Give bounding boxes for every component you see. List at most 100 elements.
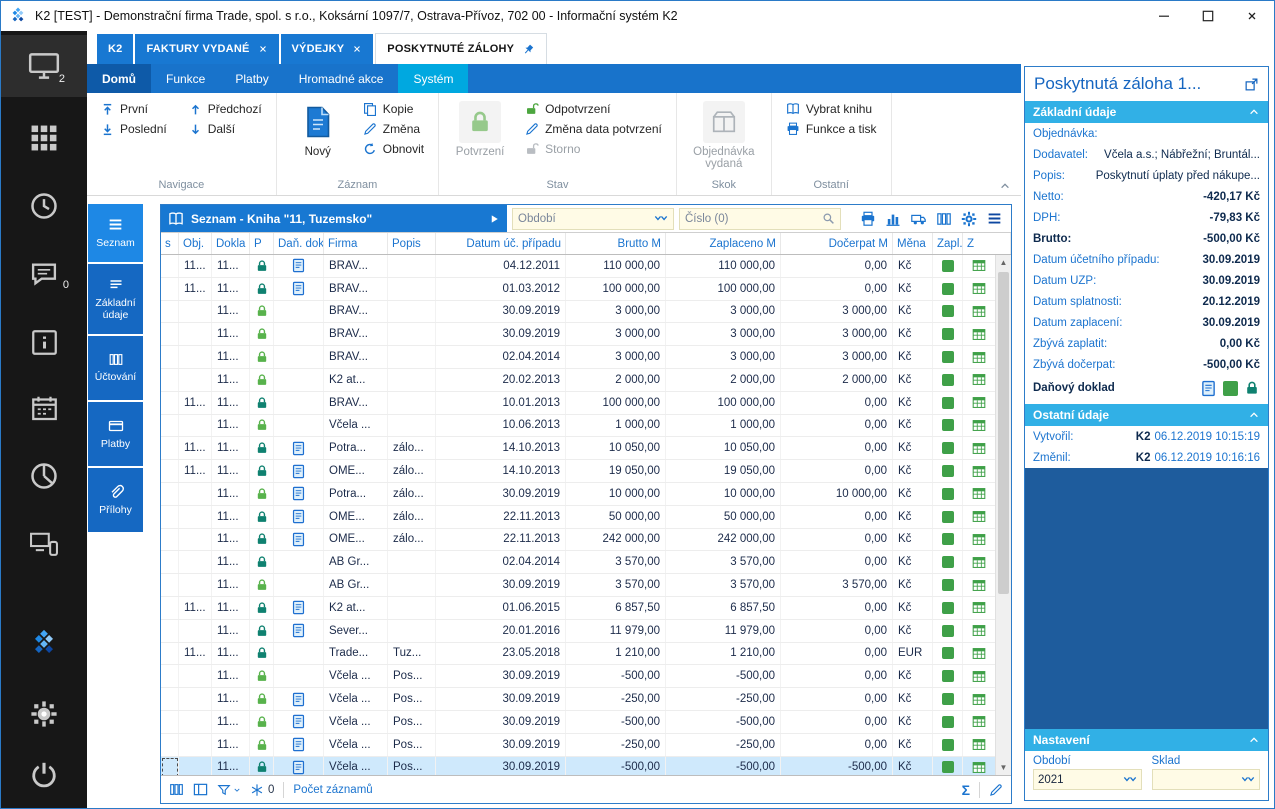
column-header-obj[interactable]: Obj. — [179, 233, 212, 254]
view-tab-uctovani[interactable]: Účtování — [88, 336, 143, 400]
sidebar-item-info[interactable] — [1, 311, 87, 373]
column-header-dokla[interactable]: Dokla — [212, 233, 250, 254]
table-row[interactable]: 11... 11... BRAV... 04.12.2011 110 000,0… — [161, 255, 996, 278]
sidebar-item-devices[interactable] — [1, 513, 87, 575]
column-header-brutto[interactable]: Brutto M — [566, 233, 666, 254]
section-header-ostatni-udaje[interactable]: Ostatní údaje — [1025, 404, 1268, 426]
column-header-mena[interactable]: Měna — [893, 233, 933, 254]
change-confirm-date-button[interactable]: Změna data potvrzení — [521, 119, 666, 139]
sidebar-item-reports[interactable] — [1, 445, 87, 507]
column-header-popis[interactable]: Popis — [388, 233, 436, 254]
chart-icon[interactable] — [885, 211, 901, 227]
unconfirm-button[interactable]: Odpotvrzení — [521, 99, 666, 119]
confirm-button[interactable]: Potvrzení — [449, 99, 511, 158]
ribbon-tab-hromadne-akce[interactable]: Hromadné akce — [284, 64, 399, 93]
column-header-s[interactable]: s — [161, 233, 179, 254]
ribbon-tab-system[interactable]: Systém — [398, 64, 469, 93]
tab-k2[interactable]: K2 — [97, 34, 134, 64]
scrollbar-thumb[interactable] — [998, 272, 1009, 595]
column-header-zapl[interactable]: Zapl. — [933, 233, 963, 254]
sidebar-item-calendar[interactable] — [1, 377, 87, 439]
menu-icon[interactable] — [986, 210, 1003, 227]
view-tab-zakladni-udaje[interactable]: Základní údaje — [88, 264, 143, 334]
print-icon[interactable] — [860, 211, 876, 227]
collapse-icon[interactable] — [1248, 734, 1260, 746]
open-in-window-icon[interactable] — [1244, 77, 1259, 92]
column-header-zapm[interactable]: Zaplaceno M — [666, 233, 781, 254]
edit-record-button[interactable]: Změna — [359, 119, 428, 139]
settings-gear-icon[interactable] — [961, 211, 977, 227]
tab-faktury-vydane[interactable]: FAKTURY VYDANÉ — [135, 34, 279, 64]
table-row[interactable]: 11... Včela ... Pos... 30.09.2019 -250,0… — [161, 688, 996, 711]
section-header-nastaveni[interactable]: Nastavení — [1025, 729, 1268, 751]
table-row[interactable]: 11... 11... K2 at... 01.06.2015 6 857,50… — [161, 596, 996, 620]
sidebar-item-history[interactable] — [1, 175, 87, 237]
copy-record-button[interactable]: Kopie — [359, 99, 428, 119]
nav-last-button[interactable]: Poslední — [97, 119, 171, 139]
scroll-down-arrow[interactable]: ▼ — [996, 760, 1011, 775]
freeze-icon[interactable]: 0 — [250, 783, 274, 797]
view-tab-prilohy[interactable]: Přílohy — [88, 468, 143, 532]
table-row[interactable]: 11... Potra... zálo... 30.09.2019 10 000… — [161, 482, 996, 506]
section-header-zakladni-udaje[interactable]: Základní údaje — [1025, 101, 1268, 123]
column-header-datum[interactable]: Datum úč. případu — [436, 233, 566, 254]
table-row[interactable]: 11... Včela ... Pos... 30.09.2019 -500,0… — [161, 665, 996, 689]
sidebar-item-desktops[interactable]: 2 — [1, 35, 87, 97]
columns-icon[interactable] — [936, 211, 952, 227]
table-row[interactable]: 11... 11... Potra... zálo... 14.10.2013 … — [161, 437, 996, 461]
sidebar-item-k2-logo[interactable] — [1, 613, 87, 675]
ribbon-collapse-icon[interactable] — [999, 180, 1011, 192]
table-row[interactable]: 11... Sever... 20.01.2016 11 979,00 11 9… — [161, 619, 996, 643]
tab-close-icon[interactable] — [258, 44, 268, 54]
minimize-button[interactable] — [1142, 1, 1186, 31]
table-row[interactable]: 11... BRAV... 02.04.2014 3 000,00 3 000,… — [161, 346, 996, 369]
sidebar-item-settings[interactable] — [1, 683, 87, 745]
select-book-button[interactable]: Vybrat knihu — [782, 99, 881, 119]
quick-edit-icon[interactable] — [989, 783, 1003, 797]
table-row[interactable]: 11... Včela ... Pos... 30.09.2019 -500,0… — [161, 710, 996, 734]
column-header-z[interactable]: Z — [963, 233, 1011, 254]
column-header-dan[interactable]: Daň. dokl. — [274, 233, 324, 254]
tax-doc-icon[interactable] — [1200, 380, 1217, 397]
table-row[interactable]: 11... K2 at... 20.02.2013 2 000,00 2 000… — [161, 368, 996, 392]
view-tab-seznam[interactable]: Seznam — [88, 204, 143, 262]
period-filter-input[interactable]: Období — [512, 207, 674, 230]
table-row[interactable]: 11... 11... BRAV... 01.03.2012 100 000,0… — [161, 277, 996, 301]
table-row[interactable]: 11... AB Gr... 30.09.2019 3 570,00 3 570… — [161, 574, 996, 597]
table-row[interactable]: 11... Včela ... 10.06.2013 1 000,00 1 00… — [161, 414, 996, 438]
close-button[interactable] — [1230, 1, 1274, 31]
play-icon[interactable] — [488, 213, 500, 225]
view-tab-platby[interactable]: Platby — [88, 402, 143, 466]
column-header-p[interactable]: P — [250, 233, 274, 254]
warehouse-select[interactable] — [1151, 769, 1260, 790]
table-row[interactable]: 11... Včela ... Pos... 30.09.2019 -500,0… — [161, 756, 996, 775]
maximize-button[interactable] — [1186, 1, 1230, 31]
pin-icon[interactable] — [522, 43, 535, 56]
refresh-button[interactable]: Obnovit — [359, 139, 428, 159]
table-row[interactable]: 11... Včela ... Pos... 30.09.2019 -250,0… — [161, 733, 996, 757]
period-select[interactable]: 2021 — [1033, 769, 1142, 790]
collapse-icon[interactable] — [1248, 409, 1260, 421]
filter-icon[interactable] — [217, 783, 241, 797]
sidebar-item-modules[interactable] — [1, 107, 87, 169]
ribbon-tab-platby[interactable]: Platby — [220, 64, 283, 93]
scroll-up-arrow[interactable]: ▲ — [996, 255, 1011, 270]
sidebar-item-messages[interactable]: 0 — [1, 243, 87, 305]
nav-next-button[interactable]: Další — [185, 119, 266, 139]
ribbon-tab-domu[interactable]: Domů — [87, 64, 151, 93]
view-columns-icon[interactable] — [169, 782, 184, 797]
detail-panel-icon[interactable] — [193, 782, 208, 797]
table-row[interactable]: 11... OME... zálo... 22.11.2013 50 000,0… — [161, 505, 996, 529]
transport-icon[interactable] — [910, 211, 927, 227]
table-row[interactable]: 11... BRAV... 30.09.2019 3 000,00 3 000,… — [161, 300, 996, 324]
tab-close-icon[interactable] — [352, 44, 362, 54]
table-row[interactable]: 11... AB Gr... 02.04.2014 3 570,00 3 570… — [161, 551, 996, 575]
tab-vydejky[interactable]: VÝDEJKY — [280, 34, 374, 64]
column-header-docerp[interactable]: Dočerpat M — [781, 233, 893, 254]
table-row[interactable]: 11... OME... zálo... 22.11.2013 242 000,… — [161, 528, 996, 552]
table-row[interactable]: 11... 11... Trade... Tuz... 23.05.2018 1… — [161, 642, 996, 666]
tab-poskytnute-zalohy[interactable]: POSKYTNUTÉ ZÁLOHY — [375, 33, 548, 64]
ribbon-tab-funkce[interactable]: Funkce — [151, 64, 220, 93]
storno-button[interactable]: Storno — [521, 139, 666, 159]
table-row[interactable]: 11... BRAV... 30.09.2019 3 000,00 3 000,… — [161, 323, 996, 347]
